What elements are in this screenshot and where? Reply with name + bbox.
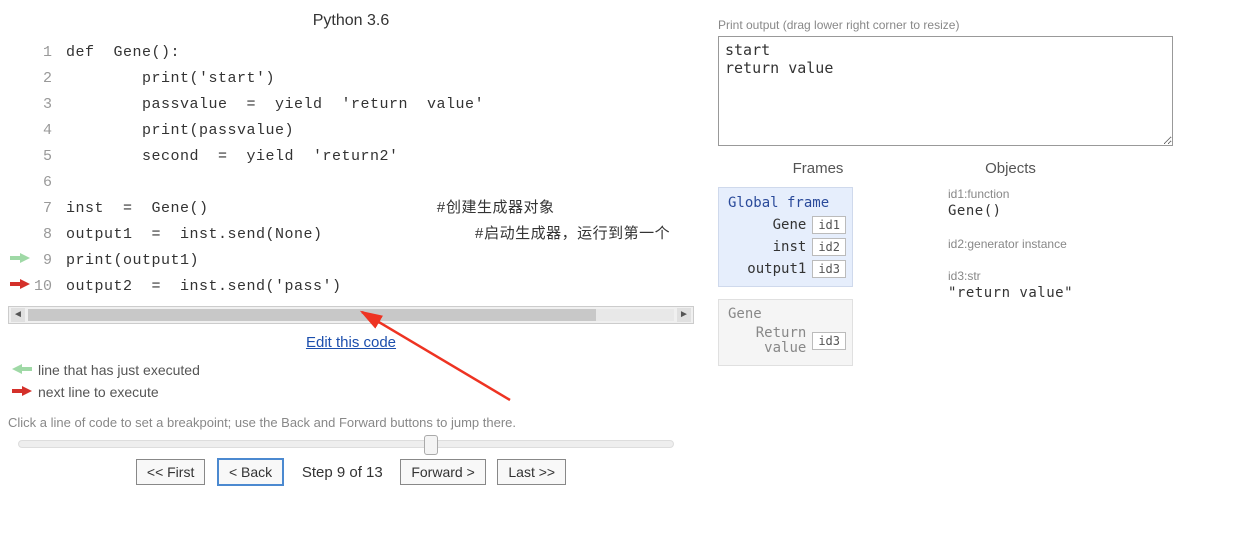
code-text: inst = Gene() #创建生成器对象 xyxy=(66,196,694,222)
next-arrow-icon xyxy=(12,384,32,400)
scrollbar-thumb[interactable] xyxy=(28,309,596,321)
frames-header: Frames xyxy=(718,160,918,177)
code-text: def Gene(): xyxy=(66,40,694,66)
code-text: output1 = inst.send(None) #启动生成器，运行到第一个 xyxy=(66,222,694,248)
var-name: Returnvalue xyxy=(746,326,806,357)
var-ref: id3 xyxy=(812,260,846,278)
var-ref: id3 xyxy=(812,332,846,350)
prev-arrow-icon xyxy=(12,362,32,378)
code-line[interactable]: 7inst = Gene() #创建生成器对象 xyxy=(8,196,694,222)
scroll-right-icon[interactable]: ► xyxy=(677,308,691,322)
line-number: 3 xyxy=(32,92,66,118)
code-text: passvalue = yield 'return value' xyxy=(66,92,694,118)
slider-thumb[interactable] xyxy=(424,435,438,455)
code-line[interactable]: 2 print('start') xyxy=(8,66,694,92)
line-number: 8 xyxy=(32,222,66,248)
breakpoint-hint: Click a line of code to set a breakpoint… xyxy=(8,415,694,430)
frame-var-row: output1 id3 xyxy=(722,258,849,280)
print-output-label: Print output (drag lower right corner to… xyxy=(718,18,1248,32)
code-text: second = yield 'return2' xyxy=(66,144,694,170)
code-line[interactable]: 1def Gene(): xyxy=(8,40,694,66)
line-number: 5 xyxy=(32,144,66,170)
print-output-box[interactable]: start return value xyxy=(718,36,1173,146)
code-editor[interactable]: 1def Gene():2 print('start')3 passvalue … xyxy=(8,40,694,300)
frame-var-row: Returnvalue id3 xyxy=(722,324,849,359)
line-number: 9 xyxy=(32,248,66,274)
forward-button[interactable]: Forward > xyxy=(400,459,485,485)
step-slider[interactable] xyxy=(18,440,674,448)
object-item: id3:str "return value" xyxy=(948,269,1073,301)
gene-frame-title: Gene xyxy=(722,304,849,324)
code-text: print(passvalue) xyxy=(66,118,694,144)
legend-next-label: next line to execute xyxy=(38,384,159,400)
code-line[interactable]: 3 passvalue = yield 'return value' xyxy=(8,92,694,118)
code-text: output2 = inst.send('pass') xyxy=(66,274,694,300)
first-button[interactable]: << First xyxy=(136,459,205,485)
next-line-arrow-icon xyxy=(8,274,32,300)
code-line[interactable]: 8output1 = inst.send(None) #启动生成器，运行到第一个 xyxy=(8,222,694,248)
code-line[interactable]: 9print(output1) xyxy=(8,248,694,274)
code-line[interactable]: 10output2 = inst.send('pass') xyxy=(8,274,694,300)
object-value: "return value" xyxy=(948,285,1073,301)
var-name: inst xyxy=(773,239,807,255)
code-line[interactable]: 5 second = yield 'return2' xyxy=(8,144,694,170)
line-number: 10 xyxy=(32,274,66,300)
objects-header: Objects xyxy=(948,160,1073,177)
horizontal-scrollbar[interactable]: ◄ ► xyxy=(8,306,694,324)
global-frame-title: Global frame xyxy=(722,192,849,214)
line-number: 7 xyxy=(32,196,66,222)
object-id: id2:generator instance xyxy=(948,237,1073,251)
frame-var-row: Gene id1 xyxy=(722,214,849,236)
object-item: id2:generator instance xyxy=(948,237,1073,251)
code-line[interactable]: 6 xyxy=(8,170,694,196)
line-number: 6 xyxy=(32,170,66,196)
var-name: Gene xyxy=(773,217,807,233)
var-ref: id1 xyxy=(812,216,846,234)
scroll-left-icon[interactable]: ◄ xyxy=(11,308,25,322)
legend-prev-label: line that has just executed xyxy=(38,362,200,378)
object-id: id3:str xyxy=(948,269,1073,283)
prev-line-arrow-icon xyxy=(8,248,32,274)
object-id: id1:function xyxy=(948,187,1073,201)
line-number: 2 xyxy=(32,66,66,92)
line-number: 4 xyxy=(32,118,66,144)
var-ref: id2 xyxy=(812,238,846,256)
gene-frame: Gene Returnvalue id3 xyxy=(718,299,853,366)
step-label: Step 9 of 13 xyxy=(302,464,383,481)
code-text: print('start') xyxy=(66,66,694,92)
edit-code-link[interactable]: Edit this code xyxy=(8,334,694,351)
var-name: output1 xyxy=(747,261,806,277)
line-number: 1 xyxy=(32,40,66,66)
code-line[interactable]: 4 print(passvalue) xyxy=(8,118,694,144)
object-item: id1:function Gene() xyxy=(948,187,1073,219)
back-button[interactable]: < Back xyxy=(217,458,284,486)
page-title: Python 3.6 xyxy=(8,12,694,30)
code-text: print(output1) xyxy=(66,248,694,274)
global-frame: Global frame Gene id1 inst id2 output1 id3 xyxy=(718,187,853,287)
frame-var-row: inst id2 xyxy=(722,236,849,258)
last-button[interactable]: Last >> xyxy=(497,459,566,485)
object-value: Gene() xyxy=(948,203,1073,219)
